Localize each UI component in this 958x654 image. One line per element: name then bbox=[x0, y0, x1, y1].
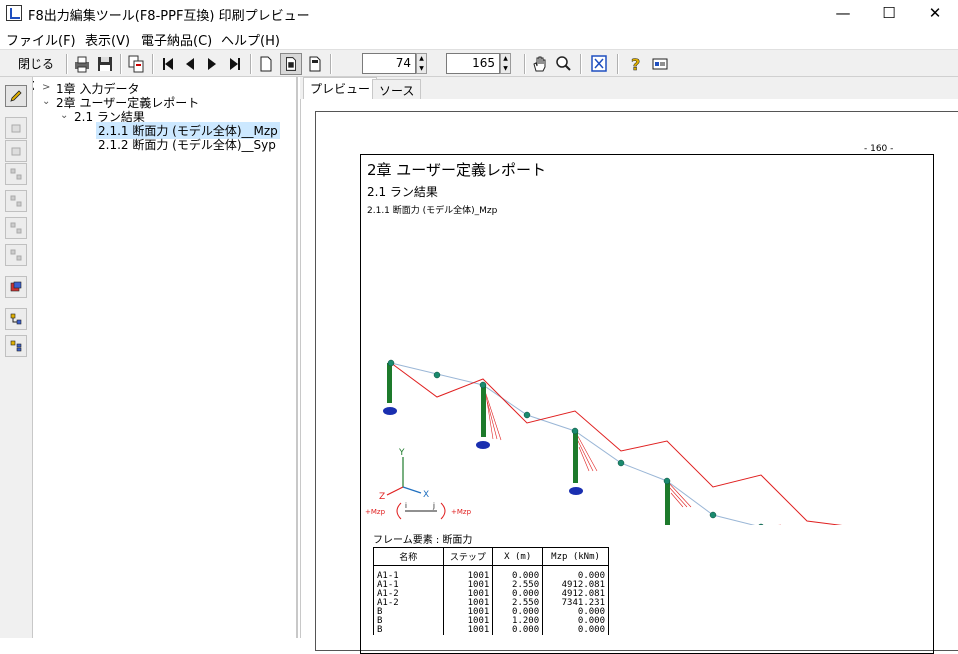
table-row: B 1001 1.200 0.000 bbox=[373, 617, 609, 626]
toolbar-separator bbox=[66, 54, 68, 74]
table-caption: フレーム要素 : 断面力 bbox=[373, 535, 473, 546]
left-toolbar bbox=[0, 77, 33, 638]
node-i-label: i bbox=[405, 502, 407, 510]
help-icon[interactable]: ? bbox=[626, 53, 646, 75]
moment-hatch bbox=[482, 384, 781, 525]
mzp-right-label: +Mzp bbox=[451, 508, 472, 516]
tool-button-disabled-2[interactable] bbox=[5, 140, 27, 162]
window-title: F8出力編集ツール(F8-PPF互換) 印刷プレビュー bbox=[28, 9, 310, 24]
tree-remove-icon bbox=[10, 249, 22, 261]
toolbar: 閉じる(X) 74 ▲▼ 165 ▲▼ ? bbox=[0, 49, 958, 93]
col-x: X (m) bbox=[492, 547, 544, 566]
page-down-icon bbox=[11, 147, 21, 156]
fit-width-icon[interactable] bbox=[305, 53, 325, 75]
minimize-button[interactable]: — bbox=[820, 0, 866, 27]
menu-bar: ファイル(F) 表示(V) 電子納品(C) ヘルプ(H) bbox=[0, 27, 958, 49]
pan-hand-icon[interactable] bbox=[530, 53, 550, 75]
expand-tree-button[interactable] bbox=[5, 308, 27, 330]
expand-chevron-icon[interactable]: > bbox=[42, 82, 50, 93]
close-preview-button[interactable]: 閉じる(X) bbox=[10, 53, 62, 93]
tool-button-disabled-4[interactable] bbox=[5, 190, 27, 212]
tree-add-icon bbox=[10, 222, 22, 234]
collapse-tree-icon bbox=[10, 340, 22, 352]
collapse-chevron-icon[interactable]: ⌄ bbox=[60, 110, 68, 121]
col-step: ステップ bbox=[442, 547, 494, 566]
axis-legend: Y Z X +Mzp +Mzp i j bbox=[365, 448, 472, 520]
tool-button-disabled-5[interactable] bbox=[5, 217, 27, 239]
axis-z-label: Z bbox=[379, 492, 385, 502]
export-pages-icon[interactable] bbox=[126, 53, 146, 75]
expand-tree-icon bbox=[10, 313, 22, 325]
preview-pane[interactable]: - 160 - 2章 ユーザー定義レポート 2.1 ラン結果 2.1.1 断面力… bbox=[300, 99, 958, 654]
title-bar: F8出力編集ツール(F8-PPF互換) 印刷プレビュー — ☐ ✕ bbox=[0, 0, 958, 27]
single-page-icon[interactable] bbox=[256, 53, 276, 75]
tool-button-disabled-3[interactable] bbox=[5, 163, 27, 185]
next-page-icon[interactable] bbox=[202, 53, 222, 75]
col-name: 名称 bbox=[373, 547, 444, 566]
zoom-input[interactable]: 74 bbox=[362, 53, 416, 74]
pencil-icon bbox=[10, 90, 22, 102]
table-header-row: 名称 ステップ X (m) Mzp (kNm) bbox=[373, 547, 609, 566]
page-input[interactable]: 165 bbox=[446, 53, 500, 74]
collapse-chevron-icon[interactable]: ⌄ bbox=[42, 96, 50, 107]
previous-page-icon[interactable] bbox=[180, 53, 200, 75]
toolbar-separator bbox=[524, 54, 526, 74]
axis-x-label: X bbox=[423, 490, 429, 500]
tab-source[interactable]: ソース bbox=[372, 79, 422, 99]
node-j-label: j bbox=[432, 502, 435, 510]
settings-tool-button[interactable] bbox=[5, 276, 27, 298]
svg-text:?: ? bbox=[631, 55, 640, 74]
preview-page: - 160 - 2章 ユーザー定義レポート 2.1 ラン結果 2.1.1 断面力… bbox=[315, 111, 958, 654]
view-tabs: プレビュー ソース bbox=[300, 77, 958, 99]
axis-y-label: Y bbox=[398, 448, 405, 458]
page-spinner[interactable]: ▲ ▼ bbox=[500, 53, 511, 74]
fit-page-icon[interactable] bbox=[280, 53, 302, 75]
settings-icon bbox=[10, 281, 22, 292]
fit-window-icon[interactable] bbox=[589, 53, 609, 75]
toolbar-separator bbox=[617, 54, 619, 74]
tool-button-disabled-1[interactable] bbox=[5, 117, 27, 139]
section-heading: 2.1 ラン結果 bbox=[367, 185, 438, 199]
chapter-heading: 2章 ユーザー定義レポート bbox=[367, 161, 547, 179]
mzp-left-label: +Mzp bbox=[365, 508, 386, 516]
table-row: B 1001 0.000 0.000 bbox=[373, 608, 609, 617]
results-table: 名称 ステップ X (m) Mzp (kNm) A1-1 1001 0.000 0.0… bbox=[373, 547, 609, 635]
tree-node-icon bbox=[10, 168, 22, 180]
save-icon[interactable] bbox=[95, 53, 115, 75]
page-frame: 2章 ユーザー定義レポート 2.1 ラン結果 2.1.1 断面力 (モデル全体)… bbox=[360, 154, 934, 654]
menu-help[interactable]: ヘルプ(H) bbox=[221, 30, 280, 49]
toolbar-separator bbox=[120, 54, 122, 74]
subsection-heading: 2.1.1 断面力 (モデル全体)_Mzp bbox=[367, 206, 498, 216]
table-row: B 1001 0.000 0.000 bbox=[373, 626, 609, 635]
col-mzp: Mzp (kNm) bbox=[542, 547, 609, 566]
menu-view[interactable]: 表示(V) bbox=[85, 30, 130, 49]
page-up-icon bbox=[11, 124, 21, 133]
zoom-spinner[interactable]: ▲ ▼ bbox=[416, 53, 427, 74]
edit-pencil-button[interactable] bbox=[5, 85, 27, 107]
toolbar-separator bbox=[580, 54, 582, 74]
toolbar-separator bbox=[250, 54, 252, 74]
first-page-icon[interactable] bbox=[158, 53, 178, 75]
table-row: A1-1 1001 0.000 0.000 bbox=[373, 565, 609, 581]
tree-branch-icon bbox=[10, 195, 22, 207]
collapse-tree-button[interactable] bbox=[5, 335, 27, 357]
toolbar-separator bbox=[330, 54, 332, 74]
maximize-button[interactable]: ☐ bbox=[866, 0, 912, 27]
document-tree: > 1章 入力データ ⌄ 2章 ユーザー定義レポート ⌄ 2.1 ラン結果 2.… bbox=[34, 77, 298, 638]
menu-file[interactable]: ファイル(F) bbox=[6, 30, 76, 49]
last-page-icon[interactable] bbox=[225, 53, 245, 75]
menu-electronic-delivery[interactable]: 電子納品(C) bbox=[141, 30, 212, 49]
print-icon[interactable] bbox=[72, 53, 92, 75]
zoom-magnifier-icon[interactable] bbox=[553, 53, 573, 75]
page-number: - 160 - bbox=[864, 144, 894, 154]
tool-button-disabled-6[interactable] bbox=[5, 244, 27, 266]
toolbar-separator bbox=[152, 54, 154, 74]
table-row: A1-2 1001 2.550 7341.231 bbox=[373, 599, 609, 608]
about-icon[interactable] bbox=[650, 53, 670, 75]
app-icon bbox=[6, 5, 22, 21]
tree-item-2-1-2-syp[interactable]: 2.1.2 断面力 (モデル全体)__Syp bbox=[98, 136, 276, 153]
close-window-button[interactable]: ✕ bbox=[912, 0, 958, 27]
tab-preview[interactable]: プレビュー bbox=[303, 77, 378, 99]
